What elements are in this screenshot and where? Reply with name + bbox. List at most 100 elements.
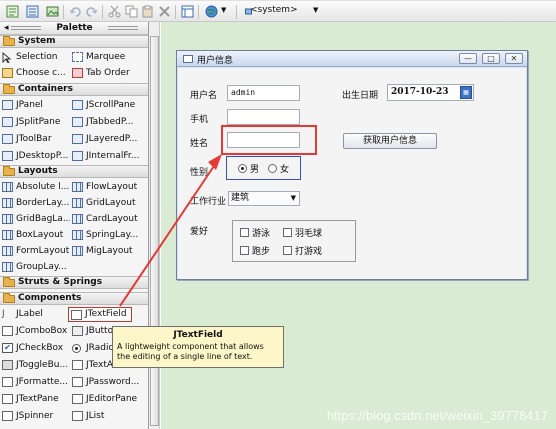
- palette-item-jcombobox[interactable]: JComboBox: [0, 324, 70, 338]
- system-combo[interactable]: <system>: [250, 5, 298, 15]
- palette-item-flowlayout[interactable]: FlowLayout: [70, 180, 146, 194]
- flowlayout-icon: [72, 182, 83, 192]
- palette-item-grouplayout[interactable]: GroupLay...: [0, 260, 70, 274]
- boxlayout-icon: [2, 230, 13, 240]
- hobby-label: 爱好: [190, 227, 209, 237]
- gridbaglayout-icon: [2, 214, 13, 224]
- formlayout-icon: [2, 246, 13, 256]
- chevron-down-icon[interactable]: ▼: [291, 192, 296, 205]
- palette-item-boxlayout[interactable]: BoxLayout: [0, 228, 70, 242]
- category-components[interactable]: Components: [0, 292, 148, 305]
- palette-item-jinternalframe[interactable]: JInternalFr...: [70, 149, 146, 163]
- palette-grip-right[interactable]: [108, 26, 138, 30]
- male-radio[interactable]: [238, 164, 247, 173]
- jtextfield-icon: [71, 310, 82, 320]
- hobby-run-checkbox[interactable]: [240, 246, 249, 255]
- get-user-info-button[interactable]: 获取用户信息: [343, 133, 437, 149]
- palette-item-jpanel[interactable]: JPanel: [0, 98, 70, 112]
- minimize-button[interactable]: —: [459, 53, 477, 64]
- category-containers[interactable]: Containers: [0, 83, 148, 96]
- frame-titlebar[interactable]: 用户信息 — □ ✕: [177, 51, 527, 67]
- folder-icon: [3, 36, 15, 46]
- palette-item-jtabbedpane[interactable]: JTabbedP...: [70, 115, 146, 129]
- jtextarea-icon: [72, 360, 83, 370]
- palette-item-jtoolbar[interactable]: JToolBar: [0, 132, 70, 146]
- palette-item-miglayout[interactable]: MigLayout: [70, 244, 146, 258]
- palette-item-cardlayout[interactable]: CardLayout: [70, 212, 146, 226]
- borderlayout-icon: [2, 198, 13, 208]
- category-layouts[interactable]: Layouts: [0, 165, 148, 178]
- username-field[interactable]: admin: [227, 85, 300, 101]
- cut-icon[interactable]: [107, 4, 122, 19]
- user-info-frame[interactable]: 用户信息 — □ ✕ 用户名 admin 出生日期 2017-10-23 ▦ 手机…: [176, 50, 528, 280]
- birthdate-label: 出生日期: [342, 91, 379, 101]
- close-button[interactable]: ✕: [505, 53, 523, 64]
- calendar-icon[interactable]: ▦: [460, 86, 472, 99]
- name-field[interactable]: [227, 132, 300, 148]
- jlist-icon: [72, 411, 83, 421]
- palette-item-jscrollpane[interactable]: JScrollPane: [70, 98, 146, 112]
- pointer-arrow-icon: [2, 51, 13, 64]
- palette-item-jtextpane[interactable]: JTextPane: [0, 392, 70, 406]
- palette-item-selection[interactable]: Selection: [0, 50, 70, 64]
- gender-label: 性别: [190, 168, 209, 178]
- palette-item-gridlayout[interactable]: GridLayout: [70, 196, 146, 210]
- palette-item-borderlayout[interactable]: BorderLay...: [0, 196, 70, 210]
- birthdate-picker[interactable]: 2017-10-23 ▦: [387, 84, 474, 101]
- palette-item-formlayout[interactable]: FormLayout: [0, 244, 70, 258]
- palette-item-jpasswordfield[interactable]: JPassword...: [70, 375, 146, 389]
- jeditorpane-icon: [72, 394, 83, 404]
- palette-item-gridbaglayout[interactable]: GridBagLa...: [0, 212, 70, 226]
- palette-item-marquee[interactable]: Marquee: [70, 50, 146, 64]
- phone-field[interactable]: [227, 109, 300, 125]
- palette-item-jformattedtextfield[interactable]: JFormatte...: [0, 375, 70, 389]
- paste-icon[interactable]: [140, 4, 155, 19]
- palette-item-jradiobutton[interactable]: JRadio...: [70, 341, 112, 355]
- palette-item-jspinner[interactable]: JSpinner: [0, 409, 70, 423]
- watermark-text: https://blog.csdn.net/weixin_39778417: [326, 408, 548, 423]
- delete-icon[interactable]: [157, 4, 172, 19]
- category-struts-springs[interactable]: Struts & Springs: [0, 276, 148, 289]
- palette-item-jsplitpane[interactable]: JSplitPane: [0, 115, 70, 129]
- hobby-swim-checkbox[interactable]: [240, 228, 249, 237]
- undo-icon[interactable]: [68, 4, 83, 19]
- main-toolbar: ▼ <system> ▼: [0, 0, 556, 22]
- palette-item-jcheckbox[interactable]: ✔ JCheckBox: [0, 341, 70, 355]
- system-dropdown-chevron-icon[interactable]: ▼: [313, 6, 318, 14]
- window-icon: [183, 55, 193, 63]
- category-system[interactable]: System: [0, 35, 148, 48]
- globe-icon[interactable]: [204, 4, 219, 19]
- hobby-game-checkbox[interactable]: [283, 246, 292, 255]
- redo-icon[interactable]: [84, 4, 99, 19]
- properties-icon[interactable]: [25, 4, 40, 19]
- palette-title: Palette: [56, 23, 93, 33]
- palette-item-jdesktoppane[interactable]: JDesktopP...: [0, 149, 70, 163]
- form-layout-icon[interactable]: [180, 4, 195, 19]
- palette-item-jeditorpane[interactable]: JEditorPane: [70, 392, 146, 406]
- palette-item-tab-order[interactable]: Tab Order: [70, 66, 146, 80]
- palette-item-jtogglebutton[interactable]: JToggleBu...: [0, 358, 70, 372]
- palette-item-jlist[interactable]: JList: [70, 409, 146, 423]
- palette-item-jlabel[interactable]: J JLabel: [0, 307, 70, 321]
- palette-item-choose-component[interactable]: Choose c...: [0, 66, 70, 80]
- palette-item-absolute-layout[interactable]: Absolute l...: [0, 180, 70, 194]
- component-tree-icon[interactable]: [5, 4, 20, 19]
- palette-item-jtextarea[interactable]: JTextAr...: [70, 358, 112, 372]
- toolbar-separator: [63, 5, 64, 19]
- jpasswordfield-icon: [72, 377, 83, 387]
- maximize-button[interactable]: □: [482, 53, 500, 64]
- hobby-badminton-checkbox[interactable]: [283, 228, 292, 237]
- tooltip-title: JTextField: [173, 330, 223, 340]
- palette-collapse-icon[interactable]: ◂: [4, 22, 9, 34]
- gridlayout-icon: [72, 198, 83, 208]
- folder-icon: [3, 277, 15, 287]
- images-icon[interactable]: [45, 4, 60, 19]
- palette-item-jlayeredpane[interactable]: JLayeredP...: [70, 132, 146, 146]
- palette-item-springlayout[interactable]: SpringLay...: [70, 228, 146, 242]
- copy-icon[interactable]: [124, 4, 139, 19]
- palette-item-jtextfield[interactable]: JTextField: [68, 307, 132, 322]
- palette-grip-left[interactable]: [11, 26, 41, 30]
- female-radio[interactable]: [268, 164, 277, 173]
- globe-dropdown-chevron-icon[interactable]: ▼: [221, 6, 226, 14]
- industry-combo[interactable]: 建筑 ▼: [228, 191, 300, 206]
